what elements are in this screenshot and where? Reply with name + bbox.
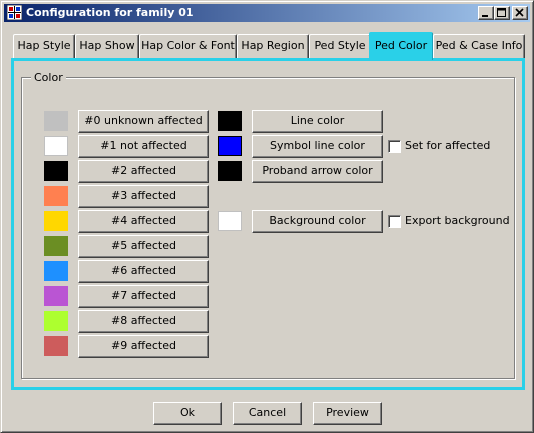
tab-hap-region[interactable]: Hap Region	[237, 34, 309, 58]
ped-color-panel: Color #0 unknown affected #1 not affected…	[11, 58, 525, 390]
affection-color-button-1[interactable]: #1 not affected	[78, 135, 209, 158]
minimize-button[interactable]	[478, 6, 494, 20]
window-title: Configuration for family 01	[26, 6, 194, 19]
affection-color-swatch-0	[44, 111, 68, 131]
config-window: Configuration for family 01 Hap Style Ha…	[0, 0, 534, 433]
set-for-affected-checkbox[interactable]	[388, 140, 401, 153]
affection-color-swatch-9	[44, 336, 68, 356]
app-icon	[7, 5, 22, 20]
affection-color-button-7[interactable]: #7 affected	[78, 285, 209, 308]
title-bar[interactable]: Configuration for family 01	[4, 4, 530, 22]
tab-hap-show[interactable]: Hap Show	[75, 34, 139, 58]
affection-color-button-0[interactable]: #0 unknown affected	[78, 110, 209, 133]
color-group-label: Color	[31, 71, 66, 84]
export-background-label: Export background	[405, 214, 510, 227]
affection-color-swatch-7	[44, 286, 68, 306]
set-for-affected-label: Set for affected	[405, 139, 491, 152]
affection-color-swatch-2	[44, 161, 68, 181]
proband-arrow-color-button[interactable]: Proband arrow color	[252, 160, 383, 183]
tab-ped-color[interactable]: Ped Color	[369, 32, 433, 60]
maximize-icon	[497, 8, 506, 17]
affection-color-swatch-3	[44, 186, 68, 206]
affection-color-button-8[interactable]: #8 affected	[78, 310, 209, 333]
tab-ped-case-info[interactable]: Ped & Case Info	[433, 34, 525, 58]
minimize-icon	[482, 15, 488, 17]
close-button[interactable]	[512, 6, 528, 20]
affection-color-button-2[interactable]: #2 affected	[78, 160, 209, 183]
preview-button[interactable]: Preview	[313, 402, 382, 425]
tab-ped-style[interactable]: Ped Style	[309, 34, 371, 58]
ok-button[interactable]: Ok	[153, 402, 222, 425]
affection-color-swatch-4	[44, 211, 68, 231]
affection-color-swatch-1	[44, 136, 68, 156]
affection-color-button-9[interactable]: #9 affected	[78, 335, 209, 358]
line-color-button[interactable]: Line color	[252, 110, 383, 133]
affection-color-swatch-6	[44, 261, 68, 281]
affection-color-button-5[interactable]: #5 affected	[78, 235, 209, 258]
background-color-swatch	[218, 211, 242, 231]
affection-color-button-6[interactable]: #6 affected	[78, 260, 209, 283]
line-color-swatch	[218, 111, 242, 131]
close-icon	[515, 8, 524, 17]
affection-color-button-3[interactable]: #3 affected	[78, 185, 209, 208]
export-background-checkbox[interactable]	[388, 215, 401, 228]
background-color-button[interactable]: Background color	[252, 210, 383, 233]
affection-color-swatch-8	[44, 311, 68, 331]
symbol-line-color-swatch	[218, 136, 242, 156]
proband-arrow-color-swatch	[218, 161, 242, 181]
affection-color-button-4[interactable]: #4 affected	[78, 210, 209, 233]
cancel-button[interactable]: Cancel	[233, 402, 302, 425]
tab-hap-color-font[interactable]: Hap Color & Font	[139, 34, 237, 58]
affection-color-swatch-5	[44, 236, 68, 256]
tab-hap-style[interactable]: Hap Style	[13, 34, 75, 58]
maximize-button[interactable]	[494, 6, 510, 20]
symbol-line-color-button[interactable]: Symbol line color	[252, 135, 383, 158]
